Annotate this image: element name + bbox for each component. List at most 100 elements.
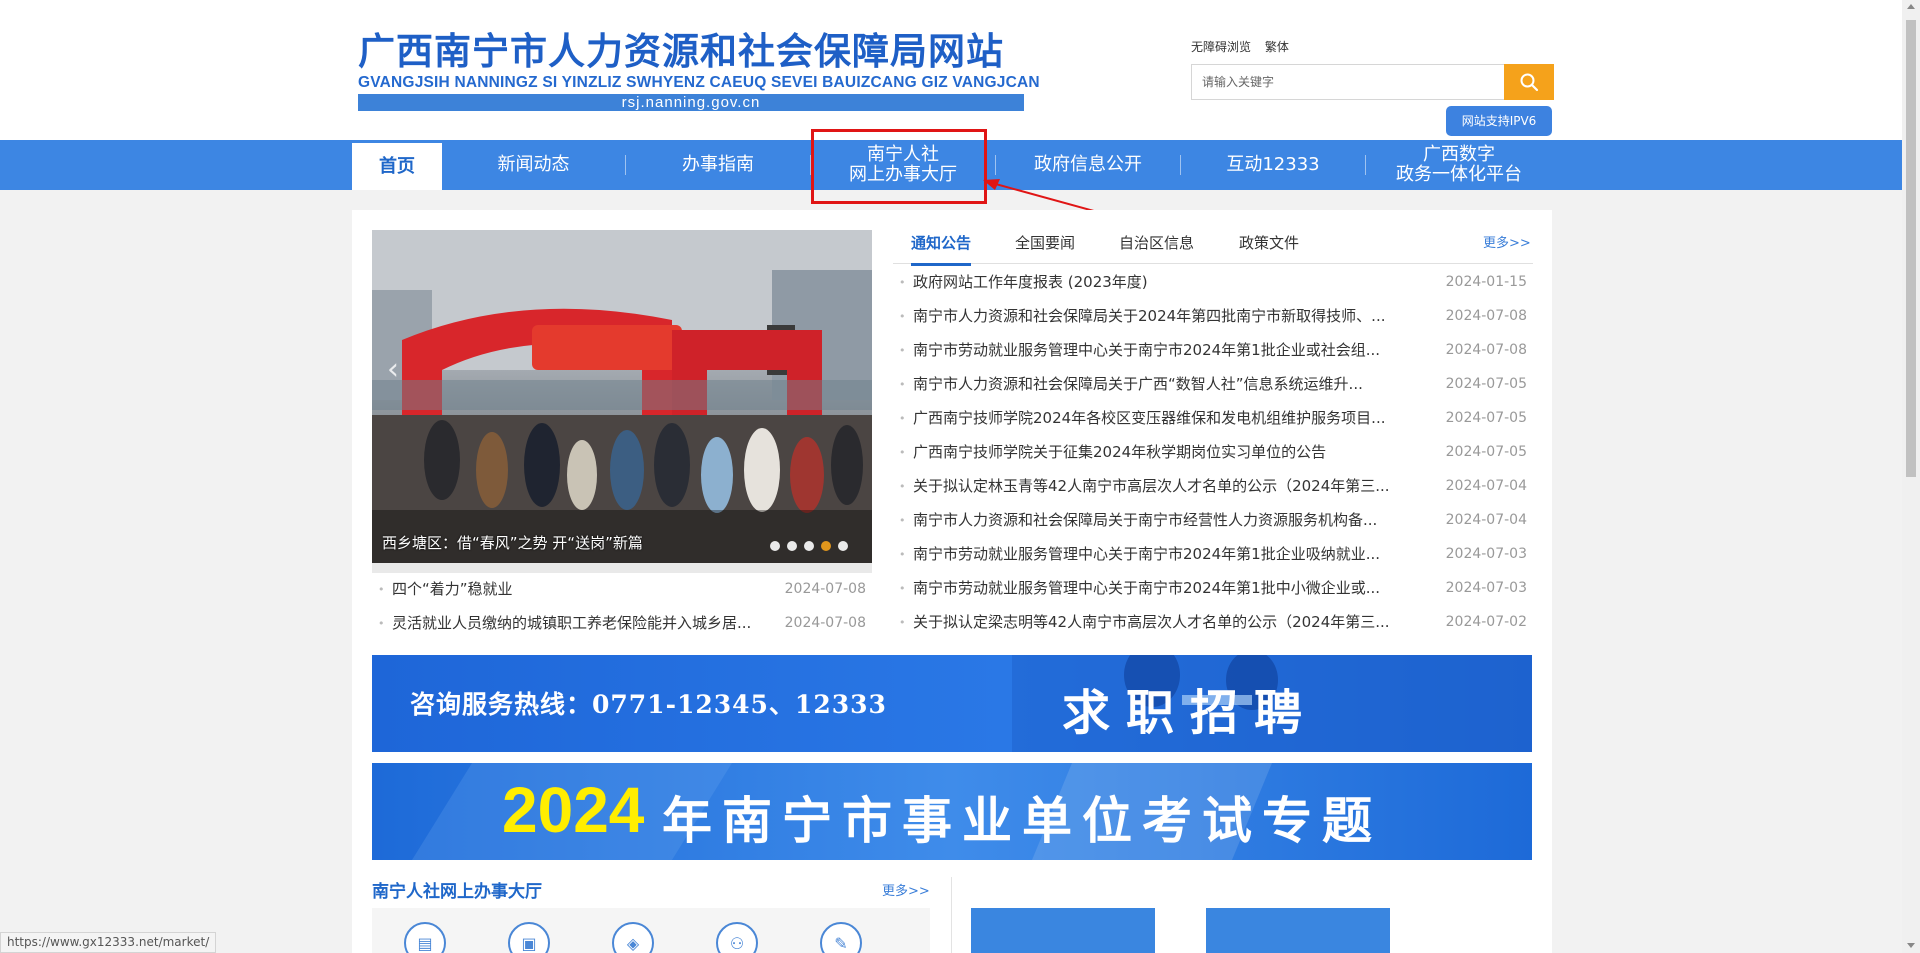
edit-icon: ✎ (834, 933, 848, 953)
news-date: 2024-07-08 (784, 581, 866, 597)
news-title[interactable]: 灵活就业人员缴纳的城镇职工养老保险能并入城乡居... (392, 612, 792, 634)
news-title[interactable]: 关于拟认定梁志明等42人南宁市高层次人才名单的公示（2024年第三... (913, 611, 1413, 633)
shield-icon: ◈ (626, 933, 640, 953)
news-date: 2024-07-03 (1445, 546, 1527, 562)
news-title[interactable]: 关于拟认定林玉青等42人南宁市高层次人才名单的公示（2024年第三... (913, 475, 1413, 497)
exam-title: 年南宁市事业单位考试专题 (662, 791, 1382, 850)
news-title[interactable]: 政府网站工作年度报表 (2023年度) (913, 271, 1413, 293)
bullet-icon: • (899, 310, 906, 323)
news-date: 2024-07-05 (1445, 444, 1527, 460)
nav-guide[interactable]: 办事指南 (626, 140, 810, 190)
news-title[interactable]: 南宁市人力资源和社会保障局关于南宁市经营性人力资源服务机构备... (913, 509, 1413, 531)
highlight-box (811, 129, 987, 204)
nav-digital-gov[interactable]: 广西数字 政务一体化平台 (1366, 140, 1552, 190)
search-icon (1520, 73, 1539, 92)
clipboard-icon: ▤ (417, 933, 433, 953)
list-item[interactable]: • 南宁市劳动就业服务管理中心关于南宁市2024年第1批中小微企业或... 2024… (893, 577, 1533, 611)
list-item[interactable]: • 广西南宁技师学院关于征集2024年秋学期岗位实习单位的公告 2024-07-05 (893, 441, 1533, 475)
list-item[interactable]: • 南宁市人力资源和社会保障局关于2024年第四批南宁市新取得技师、... 2024… (893, 305, 1533, 339)
slider-prev-icon[interactable]: ‹ (387, 352, 417, 388)
slider-dot[interactable] (770, 541, 780, 551)
nav-interact-12333[interactable]: 互动12333 (1181, 140, 1365, 190)
site-logo[interactable]: 广西南宁市人力资源和社会保障局网站 GVANGJSIH NANNINGZ SI … (358, 30, 1040, 111)
news-title[interactable]: 四个“着力”稳就业 (392, 578, 792, 600)
bullet-icon: • (899, 480, 906, 493)
list-item[interactable]: • 关于拟认定林玉青等42人南宁市高层次人才名单的公示（2024年第三... 202… (893, 475, 1533, 509)
hotline-banner[interactable]: 咨询服务热线：0771-12345、12333 求职招聘 (372, 655, 1532, 752)
bullet-icon: • (899, 514, 906, 527)
event-photo (372, 230, 872, 563)
online-hall-section-title[interactable]: 南宁人社网上办事大厅 (372, 877, 542, 902)
people-icon: ⚇ (729, 933, 745, 953)
list-item[interactable]: • 广西南宁技师学院2024年各校区变压器维保和发电机组维护服务项目... 2024… (893, 407, 1533, 441)
header-tools: 无障碍浏览 繁体 (1191, 38, 1299, 55)
online-hall-more-link[interactable]: 更多>> (882, 880, 930, 899)
logo-url: rsj.nanning.gov.cn (358, 94, 1024, 111)
slider-caption[interactable]: 西乡塘区：借“春风”之势 开“送岗”新篇 (382, 532, 643, 553)
accessibility-link[interactable]: 无障碍浏览 (1191, 40, 1251, 54)
nav-home[interactable]: 首页 (352, 143, 442, 190)
nav-home-label: 首页 (379, 155, 415, 177)
exam-banner[interactable]: 2024 年南宁市事业单位考试专题 (372, 763, 1532, 860)
logo-title: 广西南宁市人力资源和社会保障局网站 (358, 30, 1004, 73)
news-date: 2024-07-08 (1445, 308, 1527, 324)
search-button[interactable] (1504, 64, 1554, 100)
page-scrollbar[interactable] (1902, 0, 1920, 953)
news-date: 2024-07-03 (1445, 580, 1527, 596)
bullet-icon: • (378, 617, 385, 630)
search-input[interactable] (1192, 65, 1504, 99)
bullet-icon: • (899, 276, 906, 289)
list-item[interactable]: • 南宁市人力资源和社会保障局关于南宁市经营性人力资源服务机构备... 2024-0… (893, 509, 1533, 543)
slider-photo[interactable] (372, 230, 872, 563)
list-item[interactable]: • 灵活就业人员缴纳的城镇职工养老保险能并入城乡居... 2024-07-08 (372, 612, 872, 646)
slider-dot[interactable] (804, 541, 814, 551)
news-date: 2024-07-08 (784, 615, 866, 631)
news-title[interactable]: 广西南宁技师学院2024年各校区变压器维保和发电机组维护服务项目... (913, 407, 1413, 429)
service-tile[interactable] (971, 908, 1155, 953)
news-title[interactable]: 南宁市劳动就业服务管理中心关于南宁市2024年第1批企业吸纳就业... (913, 543, 1413, 565)
exam-year: 2024 (502, 774, 645, 846)
news-date: 2024-07-08 (1445, 342, 1527, 358)
service-tile[interactable] (1206, 908, 1390, 953)
search-box (1191, 64, 1554, 100)
news-title[interactable]: 广西南宁技师学院关于征集2024年秋学期岗位实习单位的公告 (913, 441, 1413, 463)
scroll-down-icon[interactable] (1907, 943, 1915, 948)
list-item[interactable]: • 南宁市劳动就业服务管理中心关于南宁市2024年第1批企业或社会组... 2024… (893, 339, 1533, 373)
list-item[interactable]: • 关于拟认定梁志明等42人南宁市高层次人才名单的公示（2024年第三... 202… (893, 611, 1533, 645)
bullet-icon: • (899, 582, 906, 595)
left-news-list: • 四个“着力”稳就业 2024-07-08 • 灵活就业人员缴纳的城镇职工养老… (372, 578, 872, 646)
recruit-title: 求职招聘 (1062, 685, 1319, 741)
news-date: 2024-07-05 (1445, 410, 1527, 426)
tab-notices[interactable]: 通知公告 (911, 232, 972, 266)
slider-dot[interactable] (838, 541, 848, 551)
traditional-chinese-link[interactable]: 繁体 (1265, 40, 1289, 54)
news-title[interactable]: 南宁市人力资源和社会保障局关于广西“数智人社”信息系统运维升... (913, 373, 1413, 395)
news-tabs: 通知公告 全国要闻 自治区信息 政策文件 (893, 226, 1533, 266)
news-title[interactable]: 南宁市劳动就业服务管理中心关于南宁市2024年第1批中小微企业或... (913, 577, 1413, 599)
tab-national-news[interactable]: 全国要闻 (1015, 232, 1075, 253)
hotline-text: 咨询服务热线：0771-12345、12333 (410, 690, 887, 719)
tabs-more-link[interactable]: 更多>> (1483, 232, 1531, 251)
bullet-icon: • (378, 583, 385, 596)
bullet-icon: • (899, 412, 906, 425)
bullet-icon: • (899, 548, 906, 561)
section-divider (951, 877, 952, 953)
list-item[interactable]: • 政府网站工作年度报表 (2023年度) 2024-01-15 (893, 271, 1533, 305)
news-date: 2024-07-02 (1445, 614, 1527, 630)
nav-news[interactable]: 新闻动态 (442, 140, 625, 190)
news-title[interactable]: 南宁市劳动就业服务管理中心关于南宁市2024年第1批企业或社会组... (913, 339, 1413, 361)
news-date: 2024-07-04 (1445, 512, 1527, 528)
scroll-thumb[interactable] (1906, 20, 1916, 477)
news-title[interactable]: 南宁市人力资源和社会保障局关于2024年第四批南宁市新取得技师、... (913, 305, 1413, 327)
briefcase-icon: ▣ (521, 933, 537, 953)
logo-pinyin: GVANGJSIH NANNINGZ SI YINZLIZ SWHYENZ CA… (358, 74, 1040, 91)
list-item[interactable]: • 四个“着力”稳就业 2024-07-08 (372, 578, 872, 612)
slider-dot[interactable] (787, 541, 797, 551)
slider-dot-active[interactable] (821, 541, 831, 551)
ipv6-badge[interactable]: 网站支持IPV6 (1446, 106, 1552, 136)
tab-policy-docs[interactable]: 政策文件 (1239, 232, 1299, 253)
list-item[interactable]: • 南宁市劳动就业服务管理中心关于南宁市2024年第1批企业吸纳就业... 2024… (893, 543, 1533, 577)
list-item[interactable]: • 南宁市人力资源和社会保障局关于广西“数智人社”信息系统运维升... 2024-0… (893, 373, 1533, 407)
tab-region-info[interactable]: 自治区信息 (1119, 232, 1194, 253)
scroll-up-icon[interactable] (1907, 4, 1915, 9)
